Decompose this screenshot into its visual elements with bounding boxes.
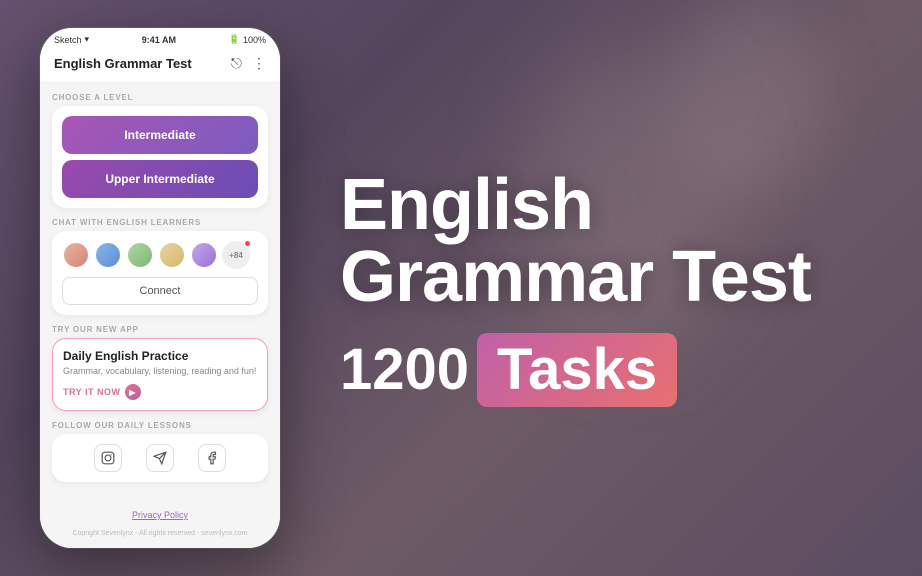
hero-content: English Grammar Test 1200 Tasks: [320, 169, 882, 407]
battery-text: 100%: [243, 35, 266, 45]
more-icon[interactable]: ⋮: [252, 55, 266, 72]
chat-section: +84 Connect: [52, 231, 268, 315]
phone-body: CHOOSE A LEVEL Intermediate Upper Interm…: [40, 83, 280, 504]
new-app-label: TRY OUR NEW APP: [52, 325, 268, 334]
avatar-2: [94, 241, 122, 269]
phone-header-title: English Grammar Test: [54, 56, 192, 71]
status-right: 🔋 100%: [229, 34, 266, 45]
new-app-section-wrapper: TRY OUR NEW APP Daily English Practice G…: [52, 325, 268, 411]
hero-title-line2: Grammar Test: [340, 241, 811, 313]
instagram-icon[interactable]: [94, 444, 122, 472]
notification-dot: [244, 240, 251, 247]
phone-mockup: Sketch ▾ 9:41 AM 🔋 100% English Grammar …: [40, 28, 280, 548]
tasks-number: 1200: [340, 341, 469, 399]
copyright-text: Copright Sevenlynx - All rights reserved…: [72, 530, 247, 537]
status-left: Sketch ▾: [54, 34, 89, 45]
header-actions: ⎋ ⋮: [231, 55, 266, 72]
avatar-4: [158, 241, 186, 269]
chat-section-wrapper: CHAT WITH ENGLISH LEARNERS +84 Connect: [52, 218, 268, 315]
phone-footer: Privacy Policy Copright Sevenlynx - All …: [40, 504, 280, 548]
avatar-3: [126, 241, 154, 269]
new-app-desc: Grammar, vocabulary, listening, reading …: [63, 366, 257, 376]
level-cards: Intermediate Upper Intermediate: [52, 106, 268, 208]
hero-title: English Grammar Test: [340, 169, 811, 313]
avatar-5: [190, 241, 218, 269]
tasks-label: Tasks: [477, 333, 677, 407]
choose-level-label: CHOOSE A LEVEL: [52, 93, 268, 102]
new-app-title: Daily English Practice: [63, 349, 257, 363]
level-intermediate-text: Intermediate: [124, 128, 195, 142]
try-it-now-text: TRY IT NOW: [63, 387, 121, 397]
avatar-1: [62, 241, 90, 269]
telegram-icon[interactable]: [146, 444, 174, 472]
hero-title-line1: English: [340, 169, 811, 241]
avatar-count-text: +84: [229, 251, 243, 260]
try-arrow-icon: ▶: [125, 384, 141, 400]
wifi-icon: ▾: [85, 34, 90, 45]
avatars-row: +84: [62, 241, 258, 269]
level-section: CHOOSE A LEVEL Intermediate Upper Interm…: [52, 93, 268, 208]
battery-icon: 🔋: [229, 34, 240, 45]
social-label: FOLLOW OUR DAILY LESSONS: [52, 421, 268, 430]
social-icons-row: [62, 444, 258, 472]
level-card-upper-intermediate[interactable]: Upper Intermediate: [62, 160, 258, 198]
try-it-now-button[interactable]: TRY IT NOW ▶: [63, 384, 257, 400]
connect-button[interactable]: Connect: [62, 277, 258, 305]
privacy-policy-link[interactable]: Privacy Policy: [52, 510, 268, 520]
social-section: [52, 434, 268, 482]
level-card-intermediate[interactable]: Intermediate: [62, 116, 258, 154]
level-upper-intermediate-text: Upper Intermediate: [105, 172, 214, 186]
social-section-wrapper: FOLLOW OUR DAILY LESSONS: [52, 421, 268, 482]
facebook-icon[interactable]: [198, 444, 226, 472]
carrier-text: Sketch: [54, 35, 82, 45]
new-app-section: Daily English Practice Grammar, vocabula…: [52, 338, 268, 411]
chat-label: CHAT WITH ENGLISH LEARNERS: [52, 218, 268, 227]
main-content: Sketch ▾ 9:41 AM 🔋 100% English Grammar …: [0, 0, 922, 576]
share-icon[interactable]: ⎋: [231, 55, 242, 72]
avatar-count: +84: [222, 241, 250, 269]
tasks-row: 1200 Tasks: [340, 333, 677, 407]
status-bar: Sketch ▾ 9:41 AM 🔋 100%: [40, 28, 280, 49]
phone-header: English Grammar Test ⎋ ⋮: [40, 49, 280, 83]
status-time: 9:41 AM: [142, 35, 176, 45]
